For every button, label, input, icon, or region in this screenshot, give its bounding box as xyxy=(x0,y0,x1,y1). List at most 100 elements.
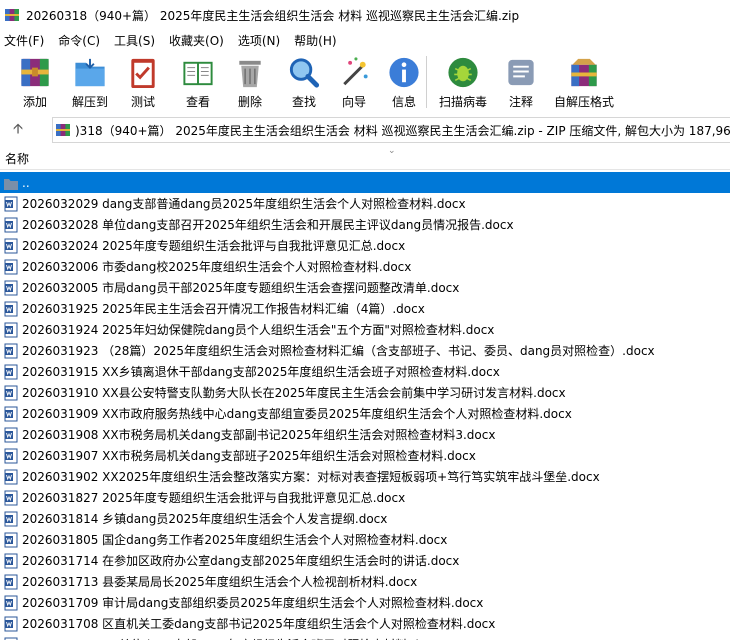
extract-label: 解压到 xyxy=(71,95,108,109)
file-name: 2026031902 XX2025年度组织生活会整改落实方案：对标对表查摆短板弱… xyxy=(22,470,600,484)
word-doc-icon xyxy=(4,574,18,589)
menu-file[interactable]: 文件(F) xyxy=(0,32,48,49)
find-label: 查找 xyxy=(291,95,316,109)
info-button[interactable]: 信息 xyxy=(386,50,422,110)
info-label: 信息 xyxy=(391,95,416,109)
file-row[interactable]: 2026032024 2025年度专题组织生活会批评与自我批评意见汇总.docx xyxy=(0,235,730,256)
address-bar: 🡩 )318（940+篇） 2025年度民主生活会组织生活会 材料 巡视巡察民主… xyxy=(0,115,730,145)
file-row[interactable]: 2026031915 XX乡镇离退休干部dang支部2025年度组织生活会班子对… xyxy=(0,361,730,382)
word-doc-icon xyxy=(4,469,18,484)
menu-bar: 文件(F) 命令(C) 工具(S) 收藏夹(O) 选项(N) 帮助(H) xyxy=(0,30,730,50)
word-doc-icon xyxy=(4,364,18,379)
word-doc-icon xyxy=(4,196,18,211)
file-name: 2026031910 XX县公安特警支队勤务大队长在2025年度民主生活会会前集… xyxy=(22,386,566,400)
file-row[interactable]: 2026031902 XX2025年度组织生活会整改落实方案：对标对表查摆短板弱… xyxy=(0,466,730,487)
wizard-label: 向导 xyxy=(341,95,366,109)
file-name: 2026031923 （28篇）2025年度组织生活会对照检查材料汇编（含支部班… xyxy=(22,344,655,358)
file-row[interactable]: 2026031814 乡镇dang员2025年度组织生活会个人发言提纲.docx xyxy=(0,508,730,529)
trash-icon xyxy=(239,60,261,88)
word-doc-icon xyxy=(4,553,18,568)
column-header: 名称 ⌄ xyxy=(0,146,730,170)
file-row[interactable]: 2026031714 在参加区政府办公室dang支部2025年度组织生活会时的讲… xyxy=(0,550,730,571)
word-doc-icon xyxy=(4,532,18,547)
comment-button[interactable]: 注释 xyxy=(503,50,539,110)
test-label: 测试 xyxy=(130,95,155,109)
file-row[interactable]: 2026032028 单位dang支部召开2025年组织生活会和开展民主评议da… xyxy=(0,214,730,235)
word-doc-icon xyxy=(4,595,18,610)
comment-label: 注释 xyxy=(508,95,533,109)
word-doc-icon xyxy=(4,301,18,316)
word-doc-icon xyxy=(4,238,18,253)
file-name: 2026031827 2025年度专题组织生活会批评与自我批评意见汇总.docx xyxy=(22,491,406,505)
find-button[interactable]: 查找 xyxy=(286,50,322,110)
virus-scan-button[interactable]: 扫描病毒 xyxy=(437,50,489,110)
file-row[interactable]: 2026031909 XX市政府服务热线中心dang支部组宣委员2025年度组织… xyxy=(0,403,730,424)
file-row[interactable]: 2026031925 2025年民主生活会召开情况工作报告材料汇编（4篇）.do… xyxy=(0,298,730,319)
file-name: 2026031907 XX市税务局机关dang支部班子2025年组织生活会对照检… xyxy=(22,449,476,463)
file-row[interactable]: 2026031924 2025年妇幼保健院dang员个人组织生活会"五个方面"对… xyxy=(0,319,730,340)
title-bar: 20260318（940+篇） 2025年度民主生活会组织生活会 材料 巡视巡察… xyxy=(0,0,730,30)
parent-folder-row[interactable]: .. xyxy=(0,172,730,193)
word-doc-icon xyxy=(4,616,18,631)
wizard-button[interactable]: 向导 xyxy=(336,50,372,110)
delete-button[interactable]: 删除 xyxy=(232,50,268,110)
file-row[interactable]: 2026032005 市局dang员干部2025年度专题组织生活会查摆问题整改清… xyxy=(0,277,730,298)
virus-scan-label: 扫描病毒 xyxy=(438,95,487,109)
file-row[interactable]: 2026031707 XX单位dang支部2025年度组织生活会班子对照检查材料… xyxy=(0,634,730,640)
name-column-header[interactable]: 名称 xyxy=(0,150,29,167)
bug-icon xyxy=(448,57,478,88)
sfx-archive-icon xyxy=(571,58,597,87)
file-name: 2026032024 2025年度专题组织生活会批评与自我批评意见汇总.docx xyxy=(22,239,406,253)
file-name: 2026031805 国企dang务工作者2025年度组织生活会个人对照检查材料… xyxy=(22,533,448,547)
file-name: 2026031713 县委某局局长2025年度组织生活会个人检视剖析材料.doc… xyxy=(22,575,418,589)
word-doc-icon xyxy=(4,511,18,526)
file-name: 2026031909 XX市政府服务热线中心dang支部组宣委员2025年度组织… xyxy=(22,407,572,421)
file-row[interactable]: 2026031910 XX县公安特警支队勤务大队长在2025年度民主生活会会前集… xyxy=(0,382,730,403)
info-icon xyxy=(389,57,419,88)
winrar-app-icon xyxy=(5,9,19,21)
word-doc-icon xyxy=(4,280,18,295)
path-field[interactable]: )318（940+篇） 2025年度民主生活会组织生活会 材料 巡视巡察民主生活… xyxy=(52,117,730,143)
sfx-button[interactable]: 自解压格式 xyxy=(553,50,615,110)
file-row[interactable]: 2026031805 国企dang务工作者2025年度组织生活会个人对照检查材料… xyxy=(0,529,730,550)
test-clipboard-icon xyxy=(131,58,155,89)
file-row[interactable]: 2026032029 dang支部普通dang员2025年度组织生活会个人对照检… xyxy=(0,193,730,214)
menu-options[interactable]: 选项(N) xyxy=(234,32,284,49)
zip-archive-icon xyxy=(56,124,70,136)
window-title: 20260318（940+篇） 2025年度民主生活会组织生活会 材料 巡视巡察… xyxy=(26,8,520,23)
file-name: 2026031708 区直机关工委dang支部书记2025年度组织生活会个人对照… xyxy=(22,617,496,631)
file-row[interactable]: 2026031713 县委某局局长2025年度组织生活会个人检视剖析材料.doc… xyxy=(0,571,730,592)
file-row[interactable]: 2026031708 区直机关工委dang支部书记2025年度组织生活会个人对照… xyxy=(0,613,730,634)
word-doc-icon xyxy=(4,406,18,421)
file-name: 2026031709 审计局dang支部组织委员2025年度组织生活会个人对照检… xyxy=(22,596,484,610)
file-row[interactable]: 2026031709 审计局dang支部组织委员2025年度组织生活会个人对照检… xyxy=(0,592,730,613)
add-button[interactable]: 添加 xyxy=(14,50,56,110)
word-doc-icon xyxy=(4,490,18,505)
menu-tools[interactable]: 工具(S) xyxy=(110,32,159,49)
file-row[interactable]: 2026031923 （28篇）2025年度组织生活会对照检查材料汇编（含支部班… xyxy=(0,340,730,361)
extract-button[interactable]: 解压到 xyxy=(66,50,114,110)
file-row[interactable]: 2026032006 市委dang校2025年度组织生活会个人对照检查材料.do… xyxy=(0,256,730,277)
view-button[interactable]: 查看 xyxy=(176,50,220,110)
file-name: 2026031924 2025年妇幼保健院dang员个人组织生活会"五个方面"对… xyxy=(22,323,495,337)
add-label: 添加 xyxy=(22,95,47,109)
file-row[interactable]: 2026031827 2025年度专题组织生活会批评与自我批评意见汇总.docx xyxy=(0,487,730,508)
file-name: 2026032005 市局dang员干部2025年度专题组织生活会查摆问题整改清… xyxy=(22,281,460,295)
word-doc-icon xyxy=(4,217,18,232)
file-name: 2026031915 XX乡镇离退休干部dang支部2025年度组织生活会班子对… xyxy=(22,365,500,379)
menu-help[interactable]: 帮助(H) xyxy=(290,32,340,49)
arrow-up-icon: 🡩 xyxy=(12,121,24,137)
sfx-label: 自解压格式 xyxy=(553,95,614,109)
file-row[interactable]: 2026031907 XX市税务局机关dang支部班子2025年组织生活会对照检… xyxy=(0,445,730,466)
sort-chevron-icon: ⌄ xyxy=(388,146,396,156)
word-doc-icon xyxy=(4,637,18,640)
toolbar-separator xyxy=(426,56,427,108)
view-book-icon xyxy=(183,61,213,86)
test-button[interactable]: 测试 xyxy=(124,50,162,110)
file-name: .. xyxy=(22,175,30,190)
menu-commands[interactable]: 命令(C) xyxy=(54,32,104,49)
file-name: 2026031814 乡镇dang员2025年度组织生活会个人发言提纲.docx xyxy=(22,512,388,526)
menu-favorites[interactable]: 收藏夹(O) xyxy=(165,32,228,49)
file-row[interactable]: 2026031908 XX市税务局机关dang支部副书记2025年组织生活会对照… xyxy=(0,424,730,445)
up-folder-button[interactable]: 🡩 xyxy=(0,117,36,143)
